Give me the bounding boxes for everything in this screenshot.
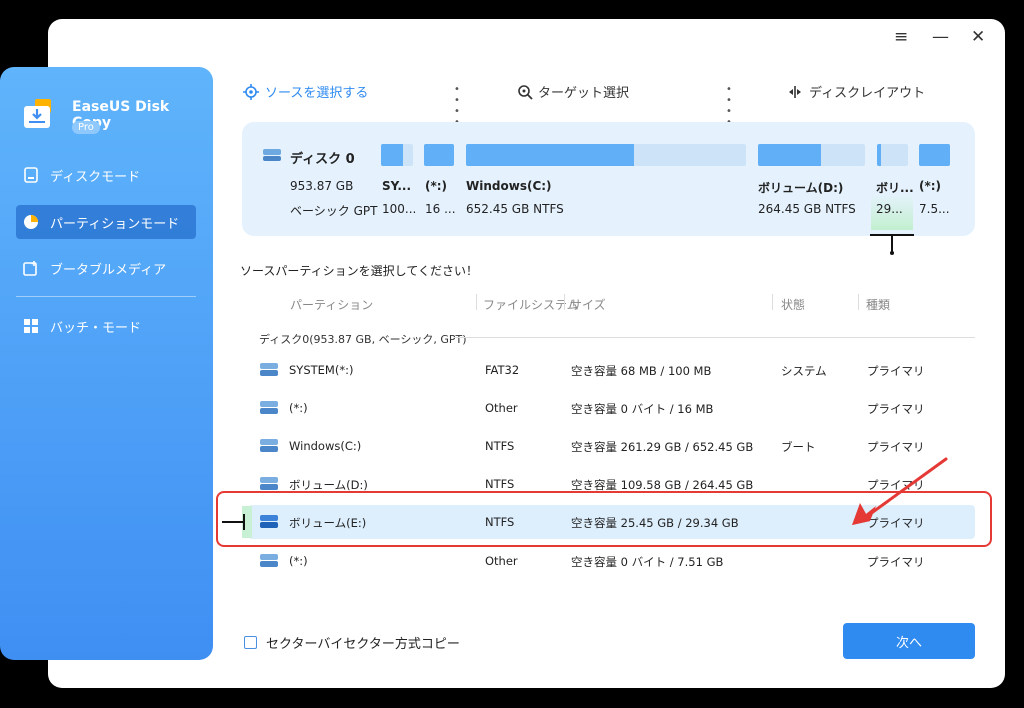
column-divider [858,294,859,310]
column-header-partition[interactable]: パーティション [290,296,373,313]
partition-bar[interactable] [466,144,746,166]
partition-drive-icon [260,553,278,567]
column-header-state[interactable]: 状態 [781,296,805,313]
row-filesystem: NTFS [485,477,515,491]
partition-drive-icon [260,476,278,490]
table-row[interactable]: (*:) Other 空き容量 0 バイト / 16 MB プライマリ [248,391,975,425]
column-divider [772,294,773,310]
partition-bar[interactable] [424,144,454,166]
partition-size: 652.45 GB NTFS [466,202,564,216]
row-state: ブート [781,440,816,454]
sidebar-item-partition-mode[interactable]: パーティションモード [16,205,196,239]
search-target-icon [517,84,533,100]
layout-arrows-icon [787,85,803,99]
sidebar-item-label: ブータブルメディア [50,262,167,278]
row-size: 空き容量 0 バイト / 16 MB [571,402,714,416]
menu-icon[interactable]: ≡ [894,29,908,46]
partition-size: 264.45 GB NTFS [758,202,856,216]
row-type: プライマリ [867,440,925,454]
group-divider [454,337,975,338]
sector-by-sector-label: セクターバイセクター方式コピー [266,637,460,652]
partition-size: 7.5... [919,202,950,216]
partition-bar[interactable] [381,144,413,166]
step-target[interactable]: ターゲット選択 [517,82,629,101]
sidebar-item-batch-mode[interactable]: バッチ・モード [16,309,196,343]
partition-size: 100... [382,202,417,216]
disk-name: ディスク 0 [290,152,355,167]
partition-bar[interactable] [758,144,865,166]
sidebar-divider [16,296,196,297]
step-target-label: ターゲット選択 [538,86,630,101]
hard-drive-icon [262,147,282,166]
minimize-icon[interactable]: — [932,29,949,46]
partition-bar[interactable] [919,144,950,166]
pie-chart-icon [22,213,40,231]
column-header-size[interactable]: サイズ [570,296,606,313]
sector-by-sector-option[interactable]: セクターバイセクター方式コピー [244,633,460,652]
disk-size: 953.87 GB [290,179,354,193]
crosshair-icon [243,83,259,100]
annotation-arrow-icon [846,455,950,529]
selection-pointer-icon [870,234,914,256]
disk-type: ベーシック GPT [290,204,378,218]
disk-map-card: ディスク 0 953.87 GB ベーシック GPT SY... 100... … [242,122,975,236]
table-row[interactable]: SYSTEM(*:) FAT32 空き容量 68 MB / 100 MB システ… [248,353,975,387]
sidebar-item-label: ディスクモード [50,169,141,185]
pro-badge: Pro [72,121,100,134]
partition-name: (*:) [919,179,942,193]
close-icon[interactable]: ✕ [971,29,985,46]
sidebar: EaseUS Disk Copy Pro ディスクモード パーティションモード … [0,67,213,660]
column-divider [476,294,477,310]
row-type: プライマリ [867,402,925,416]
select-source-prompt: ソースパーティションを選択してください！ [240,264,478,278]
partition-name: SY... [382,179,412,193]
row-partition-name: Windows(C:) [289,439,362,453]
partition-bar[interactable] [877,144,908,166]
step-layout[interactable]: ディスクレイアウト [787,82,925,101]
row-filesystem: NTFS [485,439,515,453]
partition-name: ボリューム(D:) [758,181,844,195]
sidebar-item-disk-mode[interactable]: ディスクモード [16,158,196,192]
sidebar-item-label: バッチ・モード [50,320,142,336]
step-source[interactable]: ソースを選択する [243,82,368,101]
row-filesystem: FAT32 [485,363,520,377]
partition-size: 16 ... [425,202,456,216]
table-row[interactable]: (*:) Other 空き容量 0 バイト / 7.51 GB プライマリ [248,544,975,578]
row-state: システム [781,364,827,378]
row-filesystem: Other [485,401,518,415]
row-type: プライマリ [867,364,925,378]
step-layout-label: ディスクレイアウト [809,86,926,101]
row-size: 空き容量 0 バイト / 7.51 GB [571,555,724,569]
row-filesystem: Other [485,554,518,568]
row-type: プライマリ [867,555,925,569]
row-size: 空き容量 68 MB / 100 MB [571,364,712,378]
disk-group-label: ディスク0(953.87 GB, ベーシック, GPT) [259,333,467,346]
app-logo-icon [22,98,56,130]
partition-name: Windows(C:) [466,179,552,193]
sidebar-item-bootable-media[interactable]: ブータブルメディア [16,251,196,285]
column-divider [564,294,565,310]
sidebar-item-label: パーティションモード [50,216,180,232]
partition-drive-icon [260,362,278,376]
step-source-label: ソースを選択する [265,86,369,101]
grid-icon [22,317,40,335]
row-partition-name: (*:) [289,554,308,568]
partition-drive-icon [260,438,278,452]
column-header-type[interactable]: 種類 [866,296,890,313]
row-size: 空き容量 261.29 GB / 652.45 GB [571,440,754,454]
row-partition-name: SYSTEM(*:) [289,363,354,377]
partition-size: 29... [876,202,903,216]
next-button[interactable]: 次へ [843,623,975,659]
partition-drive-icon [260,400,278,414]
row-partition-name: (*:) [289,401,308,415]
partition-name: ボリ... [876,181,914,195]
sector-by-sector-checkbox[interactable] [244,636,257,649]
bootable-media-icon [22,259,40,277]
disk-icon [22,166,40,184]
partition-name: (*:) [425,179,448,193]
